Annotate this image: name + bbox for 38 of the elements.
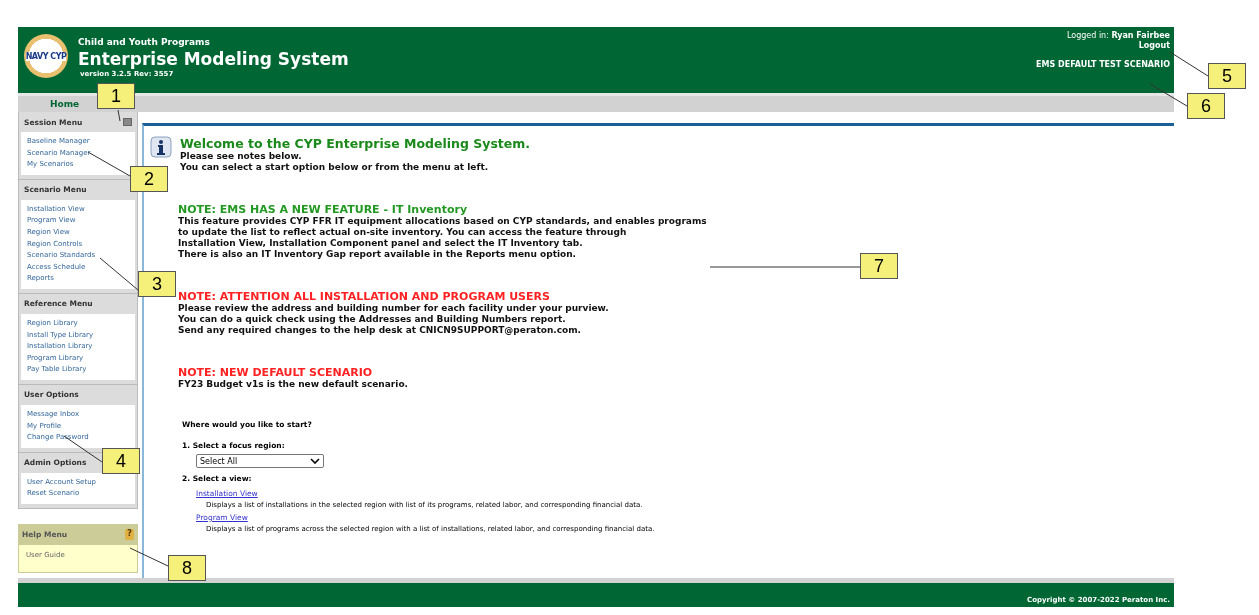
leader-line <box>1149 83 1188 107</box>
note-title: NOTE: NEW DEFAULT SCENARIO <box>178 366 374 379</box>
logged-in-text: Logged in: Ryan Fairbee <box>1067 31 1170 40</box>
callout-label: 3 <box>138 271 176 297</box>
leader-line <box>117 109 121 122</box>
note-text: This feature provides CYP FFR IT equipment allocations based on CYP standards, and enables programs <box>178 216 708 227</box>
logout-link[interactable]: Logout <box>1138 41 1170 50</box>
chevron-down-icon <box>310 458 320 464</box>
note-text: FY23 Budget v1s is the new default scenario. <box>178 379 409 390</box>
collapse-icon[interactable] <box>123 118 132 126</box>
note-text: Installation View, Installation Component panel and select the IT Inventory tab. <box>178 238 584 249</box>
org-name: Child and Youth Programs <box>78 36 211 47</box>
leader-line <box>99 257 139 291</box>
callout-label: 5 <box>1208 63 1246 89</box>
home-tab[interactable]: Home <box>50 99 80 109</box>
callout-label: 7 <box>860 253 898 279</box>
note-text: You can do a quick check using the Addresses and Building Numbers report. <box>178 314 567 325</box>
callout-label: 8 <box>168 555 206 581</box>
region-select[interactable]: Select All <box>196 454 324 468</box>
note-text: Send any required changes to the help desk at CNICN9SUPPORT@peraton.com. <box>178 325 583 336</box>
note-text: to update the list to reflect actual on-site inventory. You can access the feature through <box>178 227 628 238</box>
note-text: Please review the address and building number for each facility under your purview. <box>178 303 610 314</box>
note-title: NOTE: ATTENTION ALL INSTALLATION AND PROGRAM USERS <box>178 290 551 303</box>
note-title: NOTE: EMS HAS A NEW FEATURE - IT Inventory <box>178 203 469 216</box>
callout-label: 1 <box>97 83 135 109</box>
info-icon <box>150 136 172 158</box>
welcome-text: Please see notes below. <box>180 151 303 162</box>
callout-label: 6 <box>1187 93 1225 119</box>
leader-line <box>129 547 169 567</box>
help-icon[interactable]: ? <box>125 529 134 541</box>
note-text: There is also an IT Inventory Gap report available in the Reports menu option. <box>178 249 578 260</box>
callout-label: 4 <box>102 448 140 474</box>
callout-label: 2 <box>130 166 168 192</box>
app-title: Enterprise Modeling System <box>78 48 349 69</box>
leader-line <box>1169 51 1209 77</box>
welcome-text: You can select a start option below or from the menu at left. <box>180 162 490 173</box>
scenario-name: EMS DEFAULT TEST SCENARIO <box>1036 60 1170 69</box>
welcome-title: Welcome to the CYP Enterprise Modeling System. <box>180 136 531 151</box>
